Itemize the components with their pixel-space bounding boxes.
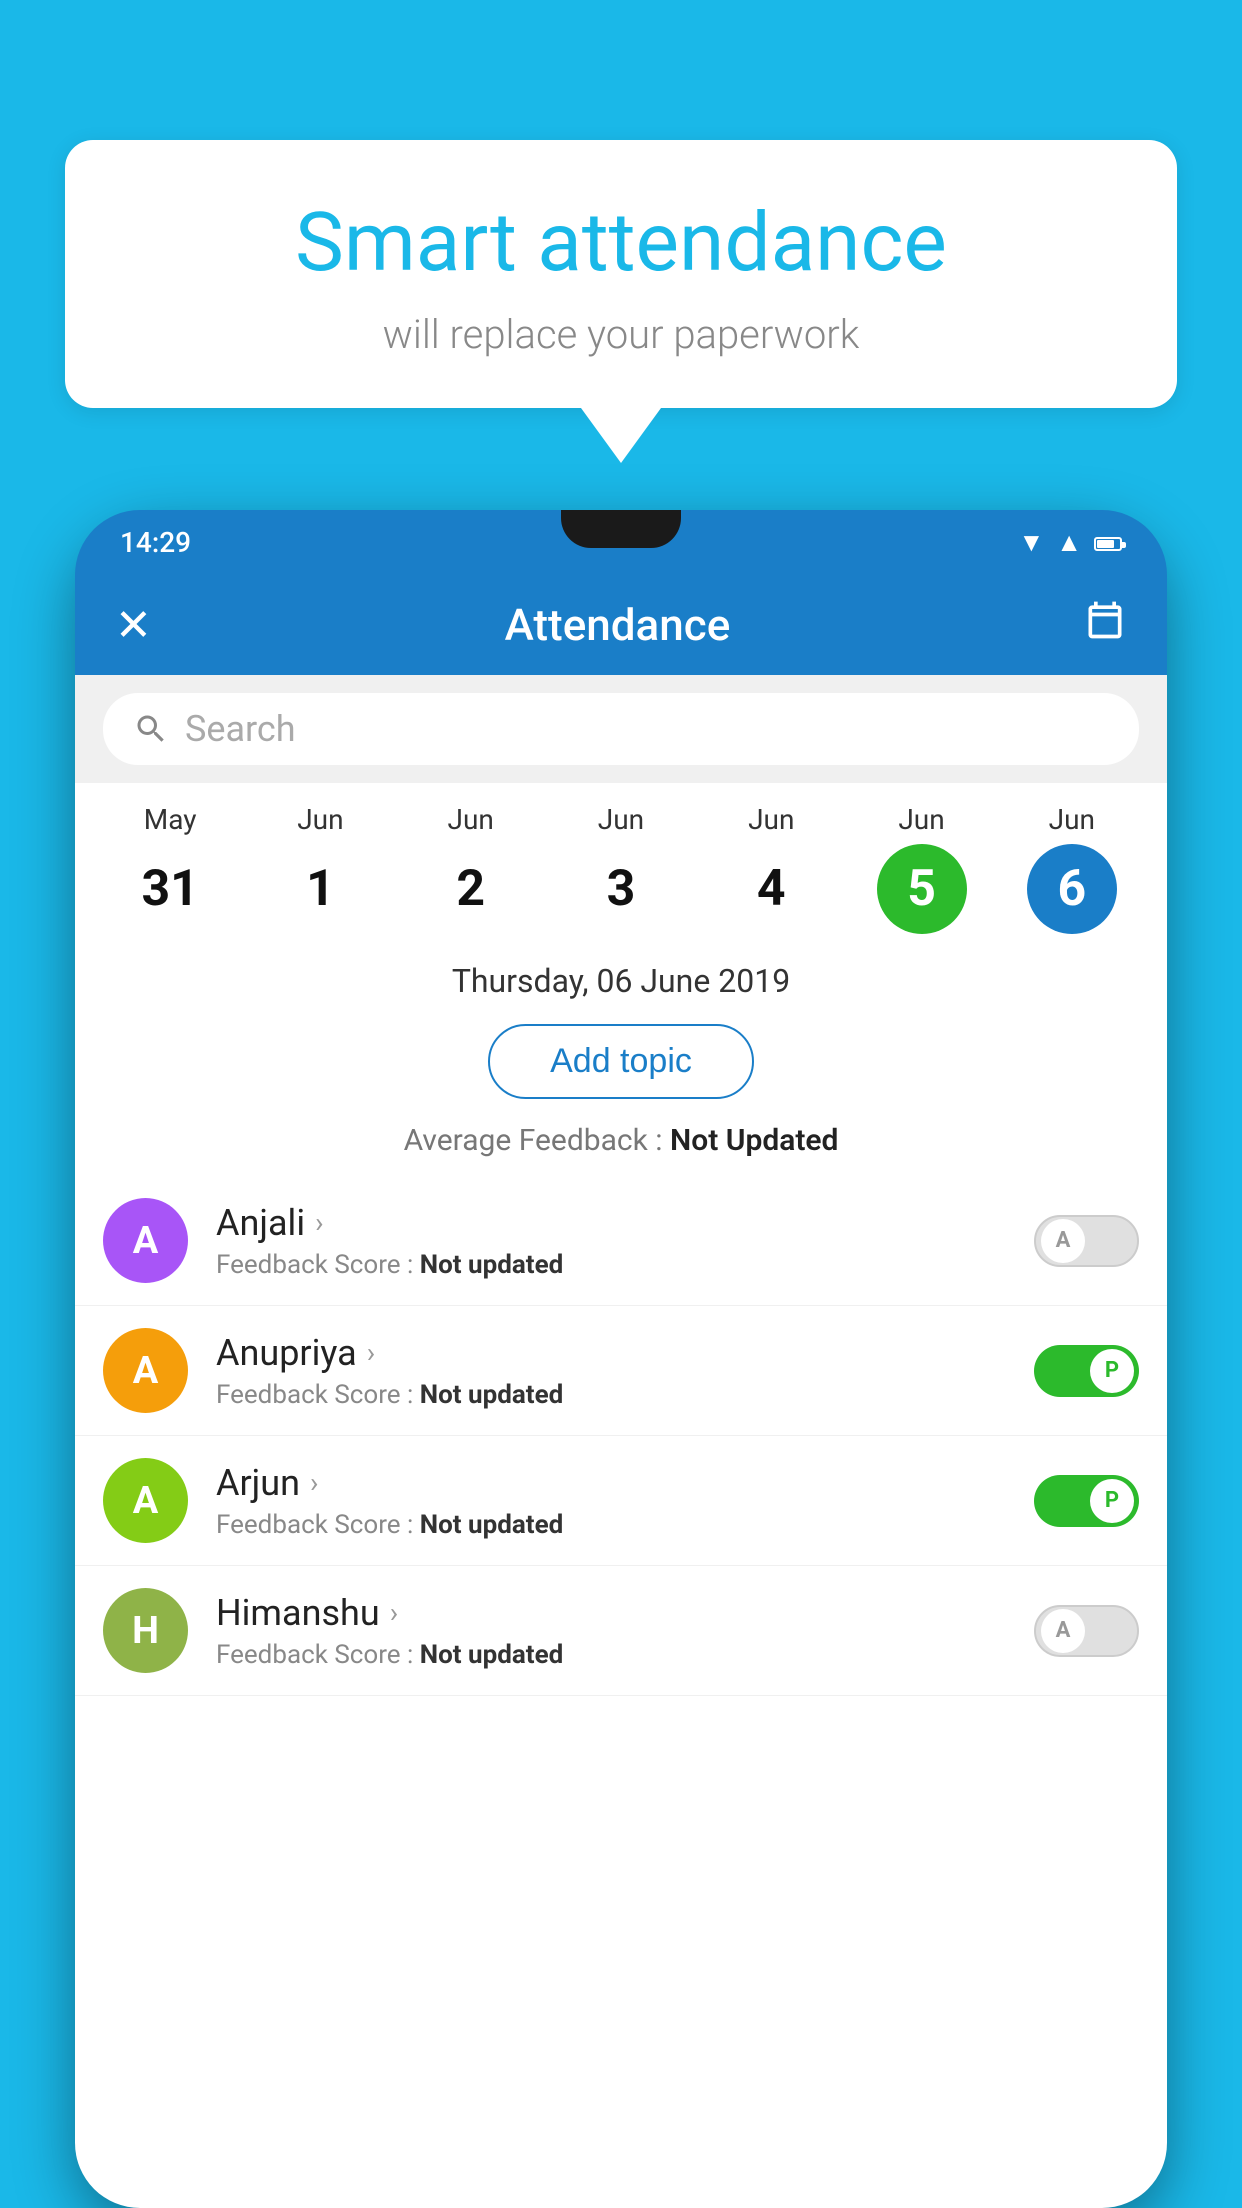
day-number[interactable]: 2 — [426, 844, 516, 934]
avg-feedback-label: Average Feedback : — [404, 1123, 663, 1158]
toggle-container: A — [1034, 1605, 1139, 1657]
month-label: Jun — [748, 803, 794, 836]
add-topic-container: Add topic — [75, 1010, 1167, 1113]
battery-icon — [1094, 528, 1122, 558]
search-icon — [133, 711, 169, 747]
speech-bubble-heading: Smart attendance — [125, 195, 1117, 291]
student-name: Anupriya › — [216, 1332, 1014, 1374]
chevron-icon: › — [390, 1596, 398, 1629]
month-label: Jun — [448, 803, 494, 836]
speech-bubble-subtext: will replace your paperwork — [125, 311, 1117, 358]
calendar-row: May 31 Jun 1 Jun 2 Jun 3 Jun 4 Jun 5 Jun 6 — [75, 783, 1167, 944]
month-label: Jun — [1049, 803, 1095, 836]
toggle-knob: P — [1090, 1479, 1134, 1523]
chevron-icon: › — [310, 1466, 318, 1499]
month-label: Jun — [297, 803, 343, 836]
speech-bubble-container: Smart attendance will replace your paper… — [65, 140, 1177, 463]
signal-icon: ▲ — [1056, 527, 1082, 558]
student-name: Himanshu › — [216, 1592, 1014, 1634]
chevron-icon: › — [367, 1336, 375, 1369]
student-info: Arjun › Feedback Score : Not updated — [216, 1462, 1014, 1540]
wifi-icon: ▼ — [1019, 527, 1045, 558]
day-number[interactable]: 6 — [1027, 844, 1117, 934]
avatar: A — [103, 1198, 188, 1283]
attendance-toggle[interactable]: P — [1034, 1475, 1139, 1527]
student-info: Anjali › Feedback Score : Not updated — [216, 1202, 1014, 1280]
search-bar[interactable]: Search — [103, 693, 1139, 765]
student-list: AAnjali›Feedback Score : Not updatedAAAn… — [75, 1176, 1167, 1696]
date-col[interactable]: Jun 2 — [421, 803, 521, 934]
student-name: Arjun › — [216, 1462, 1014, 1504]
date-columns: May 31 Jun 1 Jun 2 Jun 3 Jun 4 Jun 5 Jun 6 — [95, 803, 1147, 934]
month-label: Jun — [898, 803, 944, 836]
student-name: Anjali › — [216, 1202, 1014, 1244]
student-row[interactable]: H Himanshu › Feedback Score : Not updated A — [75, 1566, 1167, 1696]
feedback-score: Feedback Score : Not updated — [216, 1510, 1014, 1540]
app-bar-title: Attendance — [505, 599, 731, 651]
toggle-knob: P — [1090, 1349, 1134, 1393]
app-bar: ✕ Attendance — [75, 575, 1167, 675]
chevron-icon: › — [315, 1206, 323, 1239]
student-row[interactable]: A Anupriya › Feedback Score : Not updated P — [75, 1306, 1167, 1436]
toggle-knob: A — [1041, 1219, 1085, 1263]
status-time: 14:29 — [120, 526, 191, 559]
feedback-value: Not updated — [420, 1640, 564, 1670]
avatar: H — [103, 1588, 188, 1673]
day-number[interactable]: 4 — [726, 844, 816, 934]
student-name-text: Anupriya — [216, 1332, 357, 1374]
calendar-icon[interactable] — [1083, 598, 1127, 653]
status-icons: ▼ ▲ — [1019, 527, 1122, 558]
day-number[interactable]: 31 — [125, 844, 215, 934]
bubble-tail — [581, 408, 661, 463]
feedback-value: Not updated — [420, 1380, 564, 1410]
close-icon[interactable]: ✕ — [115, 599, 152, 651]
feedback-score: Feedback Score : Not updated — [216, 1380, 1014, 1410]
attendance-toggle[interactable]: A — [1034, 1215, 1139, 1267]
student-row[interactable]: A Arjun › Feedback Score : Not updated P — [75, 1436, 1167, 1566]
student-row[interactable]: A Anjali › Feedback Score : Not updated A — [75, 1176, 1167, 1306]
avatar: A — [103, 1328, 188, 1413]
avg-feedback-value: Not Updated — [670, 1123, 838, 1158]
student-info: Anupriya › Feedback Score : Not updated — [216, 1332, 1014, 1410]
phone-content: Search May 31 Jun 1 Jun 2 Jun 3 Jun 4 Jun 5 Jun 6 Thu… — [75, 675, 1167, 2208]
feedback-value: Not updated — [420, 1510, 564, 1540]
toggle-container: A — [1034, 1215, 1139, 1267]
date-info: Thursday, 06 June 2019 — [75, 944, 1167, 1010]
date-col[interactable]: Jun 4 — [721, 803, 821, 934]
toggle-container: P — [1034, 1475, 1139, 1527]
toggle-container: P — [1034, 1345, 1139, 1397]
feedback-score: Feedback Score : Not updated — [216, 1250, 1014, 1280]
day-number[interactable]: 3 — [576, 844, 666, 934]
search-placeholder: Search — [185, 708, 296, 750]
feedback-score: Feedback Score : Not updated — [216, 1640, 1014, 1670]
notch — [561, 510, 681, 548]
student-info: Himanshu › Feedback Score : Not updated — [216, 1592, 1014, 1670]
date-col[interactable]: Jun 6 — [1022, 803, 1122, 934]
phone-frame: 14:29 ▼ ▲ ✕ Attendance Search — [75, 510, 1167, 2208]
student-name-text: Arjun — [216, 1462, 300, 1504]
avatar: A — [103, 1458, 188, 1543]
add-topic-button[interactable]: Add topic — [488, 1024, 754, 1099]
day-number[interactable]: 1 — [275, 844, 365, 934]
date-col[interactable]: Jun 1 — [270, 803, 370, 934]
selected-date-text: Thursday, 06 June 2019 — [452, 962, 790, 1000]
feedback-value: Not updated — [420, 1250, 564, 1280]
month-label: May — [144, 803, 197, 836]
student-name-text: Anjali — [216, 1202, 305, 1244]
attendance-toggle[interactable]: P — [1034, 1345, 1139, 1397]
speech-bubble: Smart attendance will replace your paper… — [65, 140, 1177, 408]
toggle-knob: A — [1041, 1609, 1085, 1653]
date-col[interactable]: Jun 5 — [872, 803, 972, 934]
avg-feedback: Average Feedback : Not Updated — [75, 1113, 1167, 1176]
status-bar: 14:29 ▼ ▲ — [75, 510, 1167, 575]
month-label: Jun — [598, 803, 644, 836]
search-bar-container: Search — [75, 675, 1167, 783]
attendance-toggle[interactable]: A — [1034, 1605, 1139, 1657]
day-number[interactable]: 5 — [877, 844, 967, 934]
date-col[interactable]: May 31 — [120, 803, 220, 934]
date-col[interactable]: Jun 3 — [571, 803, 671, 934]
student-name-text: Himanshu — [216, 1592, 380, 1634]
